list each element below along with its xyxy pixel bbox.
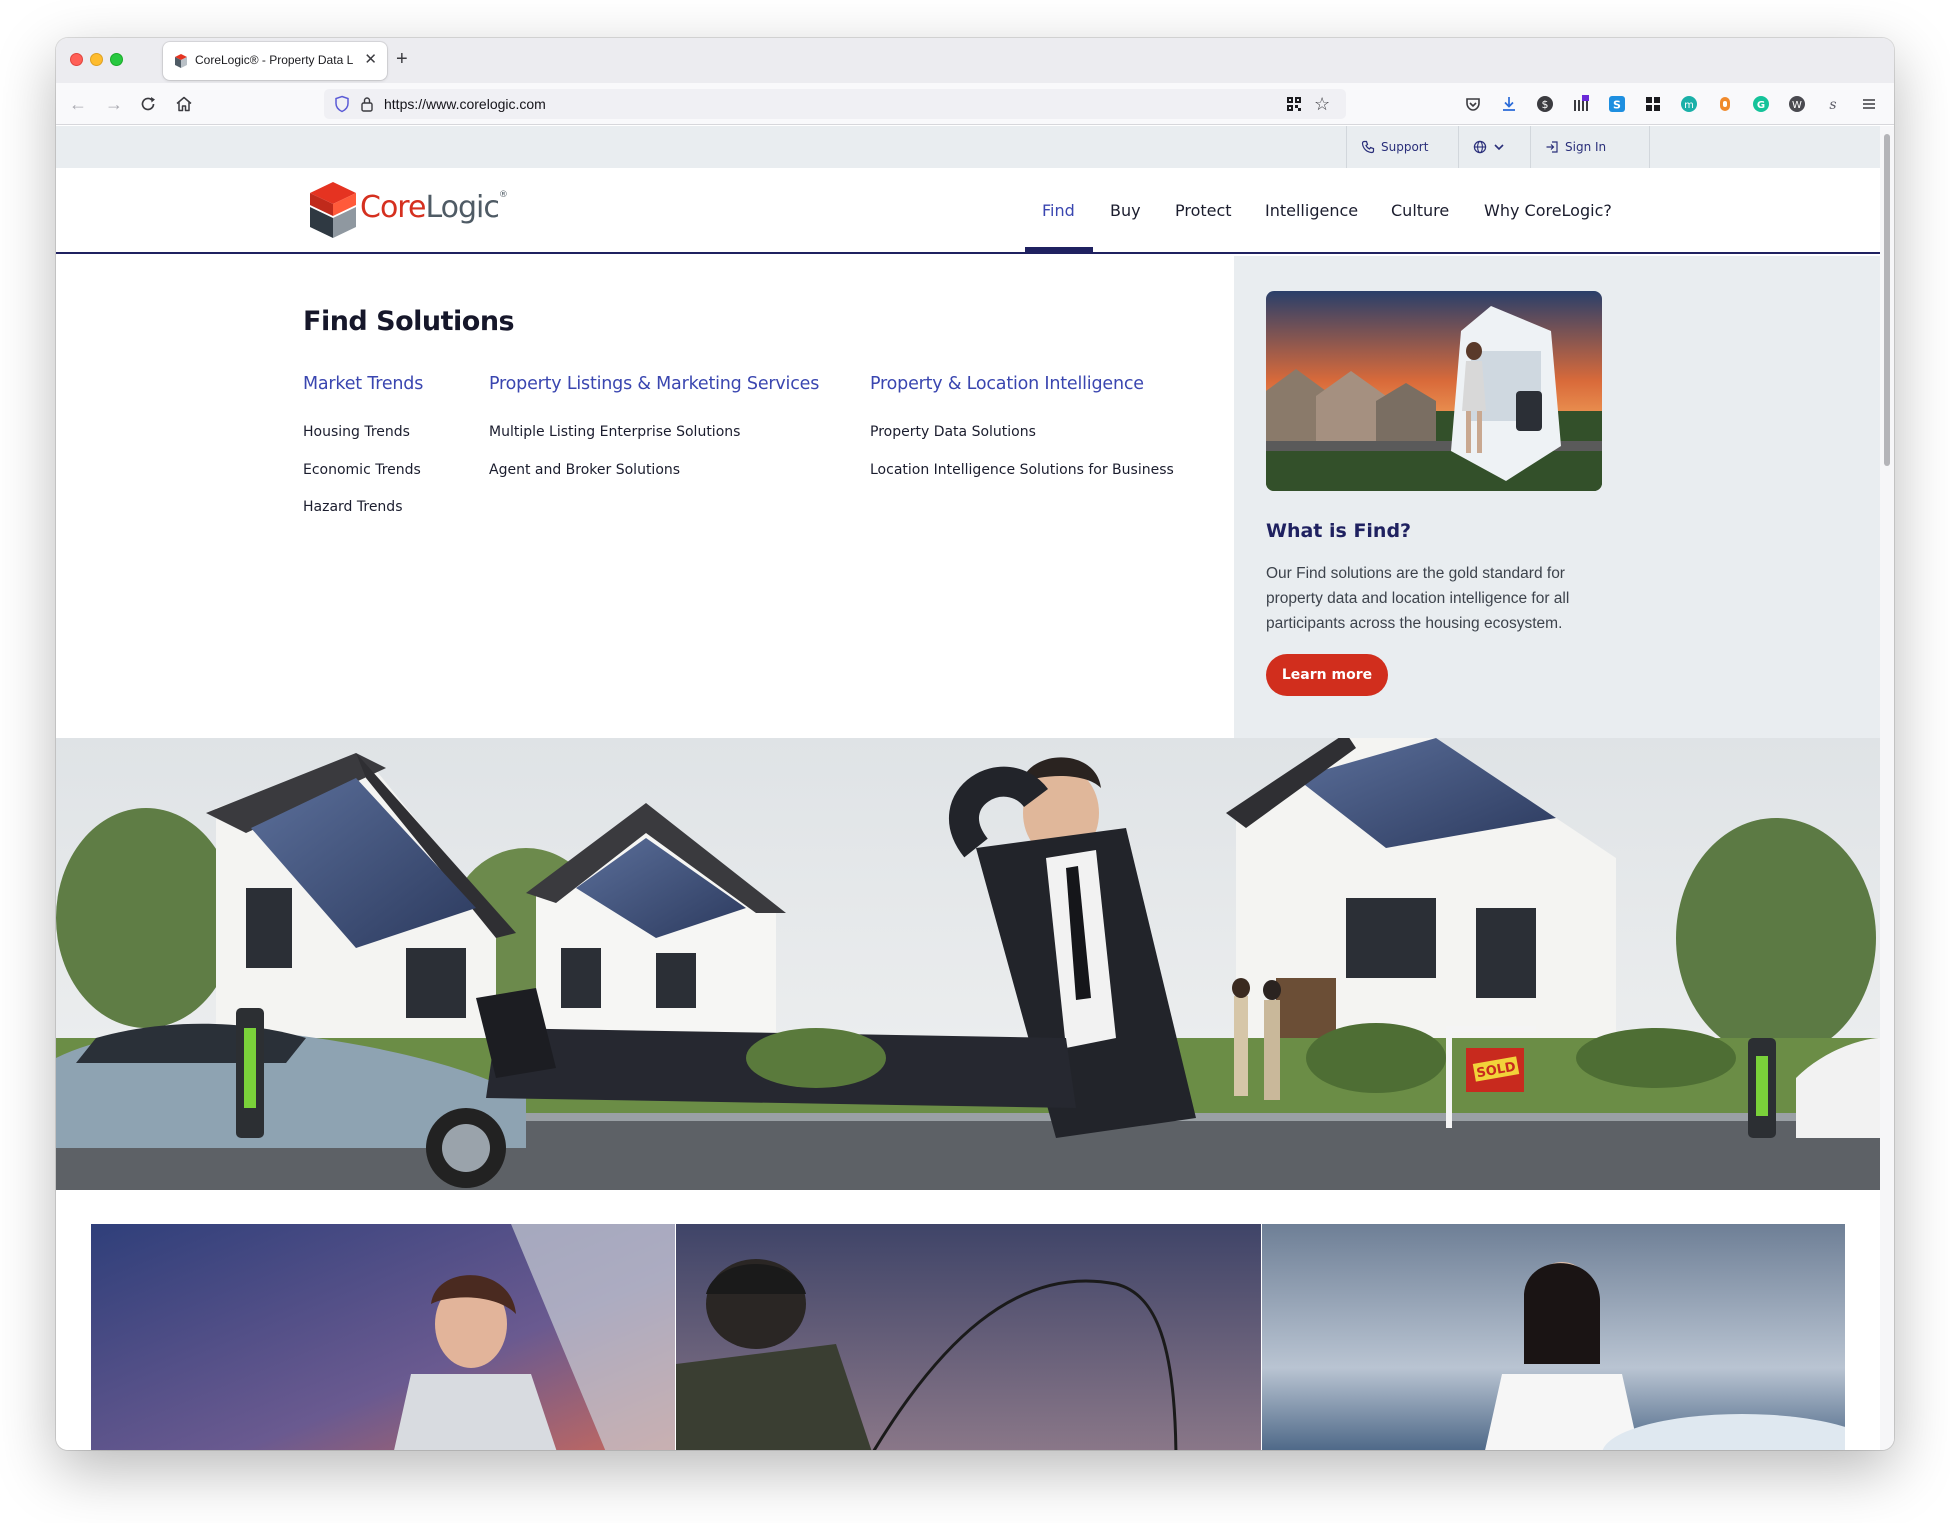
extension-script-s-icon[interactable]: s (1824, 95, 1842, 113)
find-promo-image[interactable] (1266, 291, 1602, 491)
corelogic-wordmark[interactable]: CoreLogic® (360, 190, 508, 225)
grammarly-icon[interactable]: G (1752, 95, 1770, 113)
tab-strip: CoreLogic® - Property Data Lea ✕ + (56, 38, 1894, 83)
column-title-property-location[interactable]: Property & Location Intelligence (870, 374, 1144, 394)
nav-item-culture[interactable]: Culture (1391, 168, 1449, 252)
site-header: CoreLogic® Find Buy Protect Intelligence… (56, 168, 1880, 254)
phone-icon (1361, 140, 1375, 154)
close-window-button[interactable] (70, 53, 83, 66)
learn-more-button[interactable]: Learn more (1266, 654, 1388, 696)
mega-menu-title: Find Solutions (303, 306, 515, 337)
card-find[interactable] (91, 1224, 675, 1450)
tab-title: CoreLogic® - Property Data Lea (195, 53, 353, 67)
browser-toolbar: ← → https://www.corelogic.com ☆ $ S m G … (56, 83, 1894, 125)
svg-text:s: s (1829, 97, 1836, 113)
support-label: Support (1381, 140, 1429, 154)
active-tab[interactable]: CoreLogic® - Property Data Lea ✕ (163, 42, 387, 80)
lock-icon[interactable] (360, 95, 374, 113)
bookmark-star-icon[interactable]: ☆ (1314, 93, 1330, 115)
support-link[interactable]: Support (1346, 126, 1458, 168)
address-bar[interactable]: https://www.corelogic.com ☆ (324, 89, 1346, 119)
utility-bar: Support Sign In (56, 126, 1880, 168)
hero-image: SOLD (56, 738, 1880, 1190)
nav-item-buy[interactable]: Buy (1110, 168, 1141, 252)
language-selector[interactable] (1458, 126, 1530, 168)
svg-text:G: G (1757, 100, 1765, 111)
sign-in-link[interactable]: Sign In (1530, 126, 1650, 168)
column-title-property-listings[interactable]: Property Listings & Marketing Services (489, 374, 819, 394)
link-property-data[interactable]: Property Data Solutions (870, 424, 1036, 440)
minimize-window-button[interactable] (90, 53, 103, 66)
extension-grid-icon[interactable] (1644, 95, 1662, 113)
qr-code-icon[interactable] (1286, 96, 1302, 112)
hamburger-menu-icon[interactable] (1860, 95, 1878, 113)
page-scrollbar[interactable] (1880, 126, 1894, 1450)
what-is-find-heading: What is Find? (1266, 520, 1412, 542)
nav-item-find[interactable]: Find (1042, 168, 1075, 252)
svg-text:m: m (1684, 100, 1694, 111)
extension-bars-icon[interactable] (1572, 95, 1590, 113)
tracking-shield-icon[interactable] (334, 95, 350, 113)
forward-arrow-icon[interactable]: → (102, 92, 126, 116)
nav-culture-label: Culture (1391, 200, 1450, 220)
card-protect[interactable] (1262, 1224, 1845, 1450)
nav-item-why-corelogic[interactable]: Why CoreLogic? (1484, 168, 1612, 252)
category-cards (91, 1224, 1845, 1450)
logo-registered-mark: ® (498, 190, 508, 200)
extension-orange-icon[interactable] (1716, 95, 1734, 113)
what-is-find-description: Our Find solutions are the gold standard… (1266, 565, 1570, 632)
url-text: https://www.corelogic.com (384, 96, 546, 112)
svg-text:S: S (1613, 99, 1621, 112)
extension-w-icon[interactable]: W (1788, 95, 1806, 113)
nav-protect-label: Protect (1175, 200, 1232, 220)
back-arrow-icon[interactable]: ← (66, 92, 90, 116)
logo-logic-text: Logic (425, 190, 499, 225)
nav-intelligence-label: Intelligence (1265, 200, 1359, 220)
extension-m-icon[interactable]: m (1680, 95, 1698, 113)
chevron-down-icon (1494, 144, 1504, 151)
close-tab-icon[interactable]: ✕ (364, 51, 377, 69)
page-viewport: Support Sign In CoreLogic® Find Buy Prot… (56, 126, 1880, 1450)
link-economic-trends[interactable]: Economic Trends (303, 462, 421, 478)
nav-why-label: Why CoreLogic? (1484, 200, 1612, 220)
link-housing-trends[interactable]: Housing Trends (303, 424, 410, 440)
screen: CoreLogic® - Property Data Lea ✕ + ← → h… (0, 0, 1950, 1523)
pocket-icon[interactable] (1464, 95, 1482, 113)
extension-blue-s-icon[interactable]: S (1608, 95, 1626, 113)
download-icon[interactable] (1500, 95, 1518, 113)
link-location-intelligence[interactable]: Location Intelligence Solutions for Busi… (870, 462, 1174, 478)
new-tab-button[interactable]: + (396, 48, 408, 70)
svg-text:W: W (1792, 100, 1802, 111)
card-buy[interactable] (676, 1224, 1261, 1450)
home-icon[interactable] (174, 94, 194, 114)
nav-item-protect[interactable]: Protect (1175, 168, 1232, 252)
logo-core-text: Core (360, 190, 426, 225)
corelogic-favicon-icon (175, 54, 187, 68)
nav-find-label: Find (1042, 200, 1075, 220)
link-multiple-listing[interactable]: Multiple Listing Enterprise Solutions (489, 424, 740, 440)
globe-icon (1473, 140, 1487, 154)
extension-s-dark-icon[interactable]: $ (1536, 95, 1554, 113)
sign-in-icon (1546, 141, 1558, 153)
sign-in-label: Sign In (1565, 140, 1607, 154)
svg-text:$: $ (1542, 98, 1549, 111)
link-hazard-trends[interactable]: Hazard Trends (303, 499, 403, 515)
browser-window: CoreLogic® - Property Data Lea ✕ + ← → h… (56, 38, 1894, 1450)
column-title-market-trends[interactable]: Market Trends (303, 374, 423, 394)
link-agent-broker[interactable]: Agent and Broker Solutions (489, 462, 680, 478)
nav-item-intelligence[interactable]: Intelligence (1265, 168, 1358, 252)
reload-icon[interactable] (138, 94, 158, 114)
find-mega-menu: Find Solutions Market Trends Housing Tre… (56, 256, 1880, 738)
nav-buy-label: Buy (1110, 200, 1141, 220)
zoom-window-button[interactable] (110, 53, 123, 66)
active-nav-indicator (1025, 247, 1093, 252)
scrollbar-thumb[interactable] (1884, 134, 1890, 466)
